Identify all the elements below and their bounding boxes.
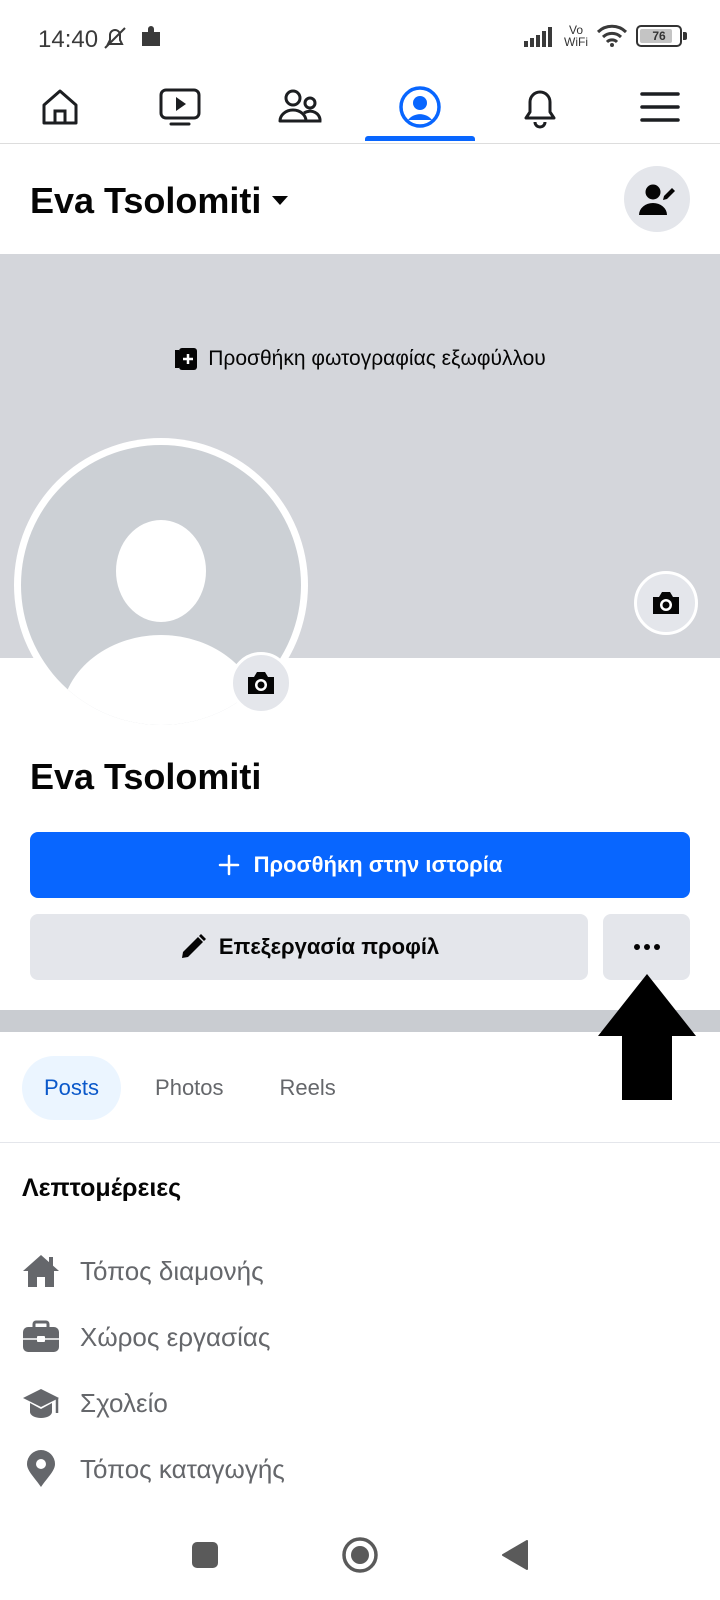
circle-home-icon — [342, 1537, 378, 1573]
graduation-cap-icon — [22, 1384, 60, 1422]
tab-notifications[interactable] — [485, 70, 595, 144]
arrow-up-annotation-icon — [598, 974, 696, 1100]
more-options-button[interactable] — [603, 914, 690, 980]
back-button[interactable] — [490, 1530, 540, 1580]
detail-item-residence[interactable]: Τόπος διαμονής — [22, 1238, 285, 1304]
subtab-photos[interactable]: Photos — [133, 1056, 246, 1120]
details-title: Λεπτομέρειες — [22, 1174, 182, 1202]
tab-home[interactable] — [5, 70, 115, 144]
tab-profile[interactable] — [365, 70, 475, 144]
home-button[interactable] — [335, 1530, 385, 1580]
signal-icon — [524, 27, 552, 47]
status-left-icons — [100, 24, 164, 52]
wifi-icon — [596, 24, 628, 47]
plus-icon — [218, 854, 239, 876]
avatar-camera-button[interactable] — [230, 652, 292, 714]
tab-menu[interactable] — [605, 70, 715, 144]
camera-icon — [653, 592, 679, 614]
edit-profile-label: Επεξεργασία προφίλ — [218, 934, 440, 959]
subtab-reels[interactable]: Reels — [258, 1056, 358, 1120]
bell-icon — [524, 90, 556, 129]
top-tab-bar — [0, 70, 720, 144]
back-triangle-icon — [502, 1540, 528, 1570]
add-to-story-label: Προσθήκη στην ιστορία — [253, 852, 503, 877]
status-right-icons: Vo WiFi 76 — [524, 24, 687, 48]
active-tab-indicator — [365, 136, 475, 141]
tab-friends[interactable] — [245, 70, 355, 144]
video-icon — [159, 88, 201, 126]
battery-icon: 76 — [636, 25, 687, 47]
add-to-story-button[interactable]: Προσθήκη στην ιστορία — [30, 832, 690, 898]
home-icon — [42, 89, 78, 125]
subtab-posts[interactable]: Posts — [22, 1056, 122, 1120]
user-edit-icon — [639, 184, 675, 215]
detail-label: Χώρος εργασίας — [80, 1321, 271, 1352]
chevron-down-icon[interactable] — [272, 196, 288, 205]
subtabs-divider — [0, 1142, 720, 1143]
location-pin-icon — [22, 1450, 60, 1488]
add-photo-icon — [175, 348, 198, 370]
square-icon — [192, 1542, 218, 1568]
pencil-icon — [181, 934, 206, 958]
detail-item-hometown[interactable]: Τόπος καταγωγής — [22, 1436, 285, 1502]
add-cover-label: Προσθήκη φωτογραφίας εξωφύλλου — [208, 347, 546, 370]
friends-icon — [278, 89, 322, 123]
cover-camera-button[interactable] — [634, 571, 698, 635]
system-navigation-bar — [0, 1510, 720, 1600]
edit-profile-button[interactable]: Επεξεργασία προφίλ — [30, 914, 588, 980]
home-filled-icon — [22, 1252, 60, 1290]
status-bar: 14:40 Vo WiFi 76 — [0, 0, 720, 70]
detail-item-school[interactable]: Σχολείο — [22, 1370, 285, 1436]
profile-header: Eva Tsolomiti — [0, 162, 720, 252]
menu-icon — [640, 92, 680, 122]
silent-bell-icon — [104, 27, 126, 49]
content-subtabs: Posts Photos Reels — [22, 1056, 358, 1120]
detail-label: Σχολείο — [80, 1387, 168, 1418]
profile-name: Eva Tsolomiti — [30, 756, 262, 797]
vowifi-bottom: WiFi — [564, 35, 588, 49]
detail-label: Τόπος διαμονής — [80, 1255, 264, 1286]
status-time: 14:40 — [38, 26, 99, 53]
recent-apps-button[interactable] — [180, 1530, 230, 1580]
battery-level: 76 — [652, 29, 666, 43]
add-cover-photo-button[interactable]: Προσθήκη φωτογραφίας εξωφύλλου — [0, 346, 720, 372]
avatar-head-silhouette — [116, 520, 206, 622]
puzzle-icon — [142, 26, 160, 46]
tab-watch[interactable] — [125, 70, 235, 144]
camera-icon — [248, 672, 274, 694]
more-dots-icon — [633, 944, 660, 950]
detail-label: Τόπος καταγωγής — [80, 1453, 285, 1484]
header-profile-name[interactable]: Eva Tsolomiti — [30, 180, 261, 222]
briefcase-icon — [22, 1318, 60, 1356]
edit-profile-icon-button[interactable] — [624, 166, 690, 232]
profile-icon — [399, 86, 441, 128]
vowifi-indicator: Vo WiFi — [564, 24, 588, 48]
details-list: Τόπος διαμονής Χώρος εργασίας Σχολείο Τό… — [22, 1238, 285, 1502]
detail-item-workplace[interactable]: Χώρος εργασίας — [22, 1304, 285, 1370]
